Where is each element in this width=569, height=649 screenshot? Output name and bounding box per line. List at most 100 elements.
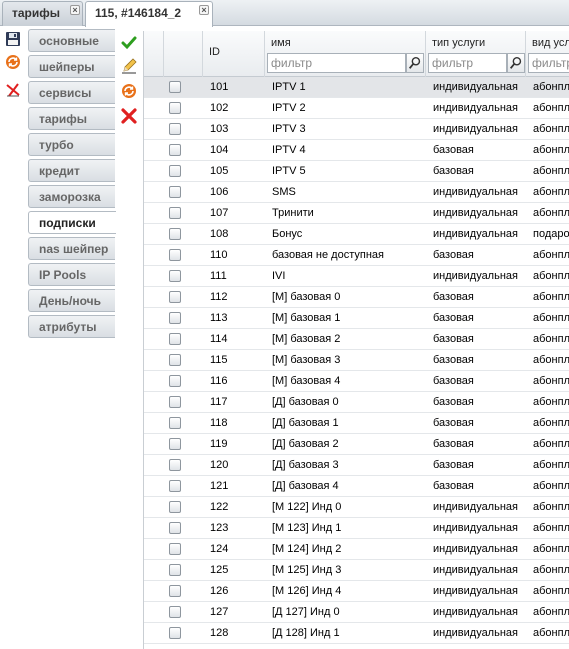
table-row[interactable]: 124 [M 124] Инд 2 индивидуальная абонпл [144,539,569,560]
row-checkbox[interactable] [169,543,181,555]
subtab-item[interactable]: тарифы [28,107,115,130]
subtab-label: тарифы [39,112,88,126]
table-row[interactable]: 118 [Д] базовая 1 базовая абонпл [144,413,569,434]
table-row[interactable]: 113 [M] базовая 1 базовая абонпл [144,308,569,329]
save-icon[interactable] [5,31,21,47]
table-row[interactable]: 112 [M] базовая 0 базовая абонпл [144,287,569,308]
table-row[interactable]: 108 Бонус индивидуальная подаро [144,224,569,245]
row-checkbox[interactable] [169,585,181,597]
subtab-item[interactable]: IP Pools [28,263,115,286]
row-checkbox[interactable] [169,312,181,324]
name-filter-placeholder: фильтр [271,56,313,70]
refresh-icon[interactable] [5,54,21,70]
row-checkbox[interactable] [169,522,181,534]
edit-icon[interactable] [121,58,137,74]
table-row[interactable]: 122 [M 122] Инд 0 индивидуальная абонпл [144,497,569,518]
header-select-column[interactable] [164,31,203,77]
header-type[interactable]: тип услуги фильтр [426,31,526,77]
row-checkbox[interactable] [169,627,181,639]
apply-icon[interactable] [121,35,137,51]
cell-type: индивидуальная [433,123,518,135]
tab-current-tariff[interactable]: 115, #146184_2 × [85,1,213,27]
cell-type: индивидуальная [433,522,518,534]
row-checkbox[interactable] [169,480,181,492]
row-checkbox[interactable] [169,501,181,513]
row-checkbox[interactable] [169,417,181,429]
table-row[interactable]: 105 IPTV 5 базовая абонпл [144,161,569,182]
subtab-item[interactable]: День/ночь [28,289,115,312]
table-row[interactable]: 126 [M 126] Инд 4 индивидуальная абонпл [144,581,569,602]
row-checkbox[interactable] [169,186,181,198]
table-row[interactable]: 102 IPTV 2 индивидуальная абонпл [144,98,569,119]
cancel-icon[interactable] [5,82,21,98]
table-row[interactable]: 120 [Д] базовая 3 базовая абонпл [144,455,569,476]
cell-type: индивидуальная [433,543,518,555]
table-row[interactable]: 107 Тринити индивидуальная абонпл [144,203,569,224]
table-row[interactable]: 125 [M 125] Инд 3 индивидуальная абонпл [144,560,569,581]
subtab-item[interactable]: nas шейпер [28,237,115,260]
header-id[interactable]: ID [203,31,265,77]
table-row[interactable]: 114 [M] базовая 2 базовая абонпл [144,329,569,350]
row-checkbox[interactable] [169,396,181,408]
name-filter-input[interactable]: фильтр [267,53,406,73]
tab-tariffs[interactable]: тарифы × [2,1,83,26]
header-kind[interactable]: вид услу фильтр [526,31,569,77]
reload-icon[interactable] [121,83,137,99]
table-row[interactable]: 128 [Д 128] Инд 1 индивидуальная абонпл [144,623,569,644]
cell-kind: абонпл [533,81,569,93]
row-checkbox[interactable] [169,333,181,345]
row-checkbox[interactable] [169,81,181,93]
subtab-item[interactable]: заморозка [28,185,115,208]
table-row[interactable]: 121 [Д] базовая 4 базовая абонпл [144,476,569,497]
table-row[interactable]: 111 IVI индивидуальная абонпл [144,266,569,287]
table-row[interactable]: 110 базовая не доступная базовая абонпл [144,245,569,266]
close-icon[interactable]: × [199,5,209,15]
row-checkbox[interactable] [169,375,181,387]
subtab-item[interactable]: шейперы [28,55,115,78]
row-checkbox[interactable] [169,459,181,471]
subtab-item[interactable]: сервисы [28,81,115,104]
row-checkbox[interactable] [169,228,181,240]
cell-kind: абонпл [533,102,569,114]
row-checkbox[interactable] [169,249,181,261]
cell-name: [M 126] Инд 4 [272,585,342,597]
subtab-item[interactable]: основные [28,29,115,52]
table-row[interactable]: 127 [Д 127] Инд 0 индивидуальная абонпл [144,602,569,623]
row-checkbox[interactable] [169,354,181,366]
row-checkbox[interactable] [169,123,181,135]
table-row[interactable]: 101 IPTV 1 индивидуальная абонпл [144,77,569,98]
table-row[interactable]: 103 IPTV 3 индивидуальная абонпл [144,119,569,140]
table-row[interactable]: 115 [M] базовая 3 базовая абонпл [144,350,569,371]
type-filter-input[interactable]: фильтр [428,53,507,73]
cell-type: базовая [433,480,474,492]
subtab-item[interactable]: турбо [28,133,115,156]
subtab-label: подписки [39,216,96,230]
row-checkbox[interactable] [169,102,181,114]
table-row[interactable]: 116 [M] базовая 4 базовая абонпл [144,371,569,392]
row-checkbox[interactable] [169,270,181,282]
table-row[interactable]: 106 SMS индивидуальная абонпл [144,182,569,203]
header-name[interactable]: имя фильтр [265,31,426,77]
subtab-item[interactable]: подписки [28,211,116,234]
row-checkbox[interactable] [169,291,181,303]
table-row[interactable]: 123 [M 123] Инд 1 индивидуальная абонпл [144,518,569,539]
table-row[interactable]: 117 [Д] базовая 0 базовая абонпл [144,392,569,413]
kind-filter-input[interactable]: фильтр [528,53,569,73]
row-checkbox[interactable] [169,207,181,219]
subtab-label: турбо [39,138,74,152]
subtab-item[interactable]: атрибуты [28,315,115,338]
table-row[interactable]: 119 [Д] базовая 2 базовая абонпл [144,434,569,455]
cell-id: 125 [210,564,229,576]
search-icon[interactable] [406,53,424,73]
row-checkbox[interactable] [169,438,181,450]
close-icon[interactable]: × [70,5,80,15]
table-row[interactable]: 104 IPTV 4 базовая абонпл [144,140,569,161]
row-checkbox[interactable] [169,564,181,576]
row-checkbox[interactable] [169,144,181,156]
delete-icon[interactable] [121,108,137,124]
cell-kind: абонпл [533,375,569,387]
search-icon[interactable] [507,53,525,73]
row-checkbox[interactable] [169,606,181,618]
row-checkbox[interactable] [169,165,181,177]
subtab-item[interactable]: кредит [28,159,115,182]
